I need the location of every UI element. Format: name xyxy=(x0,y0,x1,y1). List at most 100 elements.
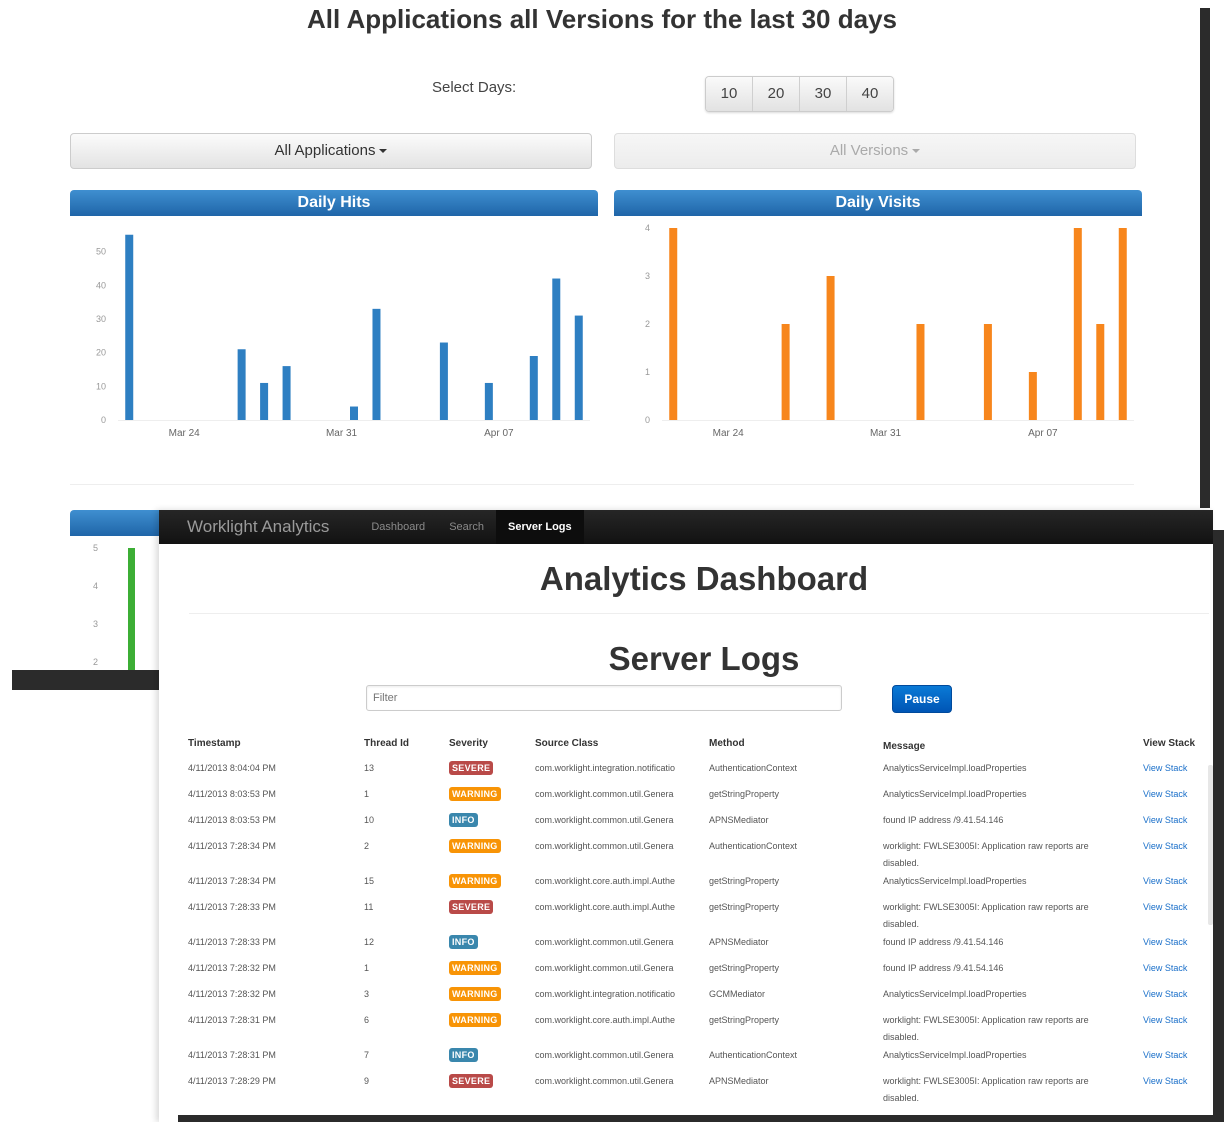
applications-dropdown[interactable]: All Applications xyxy=(70,133,592,169)
days-10-button[interactable]: 10 xyxy=(706,77,753,111)
column-header-view-stack[interactable]: View Stack xyxy=(1143,738,1213,749)
window-shadow-edge xyxy=(1213,530,1224,1122)
severity-cell: WARNING xyxy=(449,873,529,890)
days-30-button[interactable]: 30 xyxy=(800,77,847,111)
view-stack-cell: View Stack xyxy=(1143,1047,1213,1064)
days-40-button[interactable]: 40 xyxy=(847,77,893,111)
view-stack-link[interactable]: View Stack xyxy=(1143,1076,1187,1086)
column-header-message[interactable]: Message xyxy=(883,738,1113,755)
column-header-method[interactable]: Method xyxy=(709,738,869,749)
view-stack-link[interactable]: View Stack xyxy=(1143,841,1187,851)
y-tick-label: 20 xyxy=(96,348,106,358)
x-tick-label: Apr 07 xyxy=(1028,428,1058,439)
divider xyxy=(70,484,1134,485)
severity-badge: WARNING xyxy=(449,787,501,801)
view-stack-link[interactable]: View Stack xyxy=(1143,1015,1187,1025)
severity-cell: SEVERE xyxy=(449,899,529,916)
y-tick-label: 3 xyxy=(645,271,650,281)
method-cell: APNSMediator xyxy=(709,815,769,825)
y-tick-label: 5 xyxy=(93,543,98,553)
filter-input[interactable] xyxy=(366,685,842,711)
view-stack-link[interactable]: View Stack xyxy=(1143,1050,1187,1060)
thread-id-cell: 11 xyxy=(364,902,374,912)
message-cell: worklight: FWLSE3005I: Application raw r… xyxy=(883,841,1089,868)
view-stack-link[interactable]: View Stack xyxy=(1143,815,1187,825)
versions-dropdown[interactable]: All Versions xyxy=(614,133,1136,169)
view-stack-cell: View Stack xyxy=(1143,786,1213,803)
page-title: Analytics Dashboard xyxy=(539,560,869,597)
nav-server-logs[interactable]: Server Logs xyxy=(496,510,584,544)
severity-cell: SEVERE xyxy=(449,1073,529,1090)
view-stack-link[interactable]: View Stack xyxy=(1143,763,1187,773)
view-stack-link[interactable]: View Stack xyxy=(1143,989,1187,999)
nav-dashboard[interactable]: Dashboard xyxy=(359,510,437,544)
y-tick-label: 30 xyxy=(96,314,106,324)
severity-cell: WARNING xyxy=(449,786,529,803)
view-stack-link[interactable]: View Stack xyxy=(1143,876,1187,886)
method-cell: AuthenticationContext xyxy=(709,763,798,773)
severity-badge: WARNING xyxy=(449,1013,501,1027)
nav-search[interactable]: Search xyxy=(437,510,496,544)
caret-down-icon xyxy=(379,149,388,154)
thread-id-cell: 7 xyxy=(364,1050,370,1060)
x-tick-label: Mar 24 xyxy=(169,428,201,439)
timestamp-cell: 4/11/2013 8:04:04 PM xyxy=(188,763,276,773)
timestamp-cell: 4/11/2013 7:28:29 PM xyxy=(188,1076,276,1086)
severity-cell: WARNING xyxy=(449,1012,529,1029)
days-button-group: 10 20 30 40 xyxy=(705,76,894,112)
severity-cell: WARNING xyxy=(449,838,529,855)
message-cell: AnalyticsServiceImpl.loadProperties xyxy=(883,876,1027,886)
timestamp-cell: 4/11/2013 7:28:33 PM xyxy=(188,937,276,947)
severity-cell: WARNING xyxy=(449,986,529,1003)
table-row: 4/11/2013 7:28:34 PM 2 WARNING com.workligh… xyxy=(188,838,1213,873)
bar xyxy=(372,308,381,420)
view-stack-link[interactable]: View Stack xyxy=(1143,963,1187,973)
view-stack-link[interactable]: View Stack xyxy=(1143,789,1187,799)
thread-id-cell: 1 xyxy=(364,963,370,973)
y-tick-label: 40 xyxy=(96,280,106,290)
y-tick-label: 0 xyxy=(645,415,650,425)
table-row: 4/11/2013 7:28:31 PM 7 INFO com.worklight.c… xyxy=(188,1047,1213,1073)
timestamp-cell: 4/11/2013 7:28:32 PM xyxy=(188,963,276,973)
third-panel-header xyxy=(70,510,170,536)
view-stack-cell: View Stack xyxy=(1143,760,1213,777)
column-header-severity[interactable]: Severity xyxy=(449,738,529,749)
brand-link[interactable]: Worklight Analytics xyxy=(187,517,329,537)
timestamp-cell: 4/11/2013 7:28:31 PM xyxy=(188,1050,276,1060)
method-cell: AuthenticationContext xyxy=(709,841,798,851)
method-cell: getStringProperty xyxy=(709,876,780,886)
y-tick-label: 2 xyxy=(93,657,98,667)
thread-id-cell: 13 xyxy=(364,763,375,773)
thread-id-cell: 10 xyxy=(364,815,375,825)
select-days-label: Select Days: xyxy=(432,79,517,96)
source-class-cell: com.worklight.common.util.Genera xyxy=(535,1050,674,1060)
bar xyxy=(916,324,925,420)
severity-badge: WARNING xyxy=(449,961,501,975)
bar xyxy=(983,324,992,420)
severity-badge: SEVERE xyxy=(449,761,494,775)
severity-badge: WARNING xyxy=(449,839,501,853)
severity-badge: INFO xyxy=(449,1048,478,1062)
view-stack-link[interactable]: View Stack xyxy=(1143,937,1187,947)
message-cell: AnalyticsServiceImpl.loadProperties xyxy=(883,763,1027,773)
view-stack-cell: View Stack xyxy=(1143,838,1213,855)
source-class-cell: com.worklight.core.auth.impl.Authe xyxy=(535,902,676,912)
bar xyxy=(1118,228,1127,420)
section-title: Server Logs xyxy=(608,640,800,677)
method-cell: getStringProperty xyxy=(709,963,780,973)
column-header-timestamp[interactable]: Timestamp xyxy=(188,738,358,749)
y-tick-label: 2 xyxy=(645,319,650,329)
days-20-button[interactable]: 20 xyxy=(753,77,800,111)
bar xyxy=(439,342,448,420)
thread-id-cell: 3 xyxy=(364,989,370,999)
column-header-source-class[interactable]: Source Class xyxy=(535,738,695,749)
message-cell: AnalyticsServiceImpl.loadProperties xyxy=(883,989,1027,999)
pause-button[interactable]: Pause xyxy=(892,685,952,713)
severity-cell: WARNING xyxy=(449,960,529,977)
daily-visits-chart: 0 1 2 3 4 Mar 24 Mar 31 Apr 07 xyxy=(645,223,1134,439)
thread-id-cell: 15 xyxy=(364,876,375,886)
view-stack-link[interactable]: View Stack xyxy=(1143,902,1187,912)
bar xyxy=(1073,228,1082,420)
column-header-thread-id[interactable]: Thread Id xyxy=(364,738,434,749)
daily-hits-header: Daily Hits xyxy=(70,190,598,216)
